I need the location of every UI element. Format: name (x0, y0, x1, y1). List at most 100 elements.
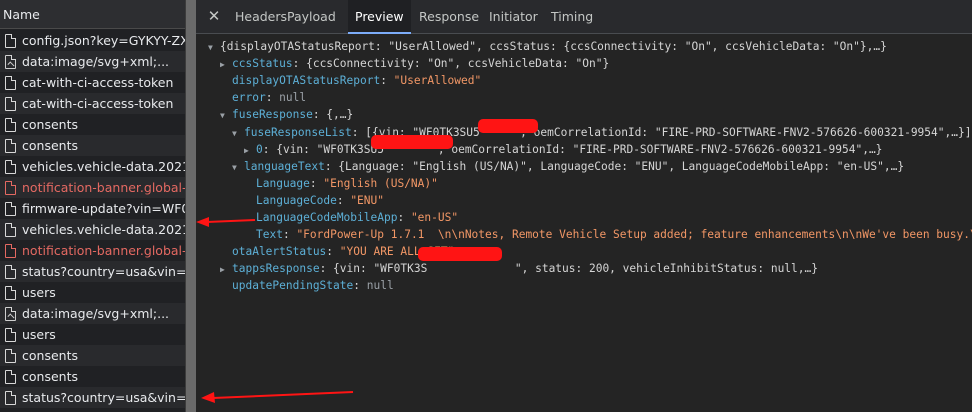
request-row[interactable]: status?country=usa&vin=WF0 (0, 387, 185, 408)
tab-headers[interactable]: Headers (234, 0, 288, 34)
request-name: data:image/svg+xml;... (22, 306, 170, 321)
name-column-header[interactable]: Name (0, 0, 185, 29)
request-name: firmware-update?vin=WF0TK (22, 201, 185, 216)
json-text: {displayOTAStatusReport: "UserAllowed", … (220, 40, 887, 53)
tab-initiator[interactable]: Initiator (488, 0, 539, 34)
document-icon (5, 327, 16, 342)
json-key: fuseResponseList (244, 125, 352, 139)
json-key: languageText (244, 159, 325, 173)
json-line[interactable]: ▶ ccsStatus: {ccsConnectivity: "On", ccsV… (220, 55, 609, 72)
request-row[interactable]: cat-with-ci-access-token (0, 72, 185, 93)
request-row[interactable]: status?country=usa&vin=WF0 (0, 261, 185, 282)
collapse-triangle-icon[interactable]: ▶ (220, 56, 232, 73)
json-line[interactable]: ▼ fuseResponse: {,…} (220, 106, 353, 123)
preview-pane: ▼ {displayOTAStatusReport: "UserAllowed",… (196, 35, 972, 412)
expand-triangle-icon[interactable]: ▼ (220, 107, 232, 124)
json-text: : (309, 176, 324, 190)
json-line[interactable]: ▼ {displayOTAStatusReport: "UserAllowed",… (208, 38, 887, 55)
json-text: : {,…} (312, 108, 354, 122)
json-text: : {vin: "WF0TK3S ", status: 200, vehicle… (319, 262, 818, 276)
request-row[interactable]: consents (0, 345, 185, 366)
expand-triangle-icon[interactable]: ▼ (232, 125, 244, 142)
request-name: cat-with-ci-access-token (22, 96, 174, 111)
request-row[interactable]: cat-with-ci-access-token (0, 93, 185, 114)
request-name: users (22, 327, 56, 342)
request-name: notification-banner.global-ow (22, 180, 186, 195)
redaction-mark (418, 247, 502, 261)
redaction-mark (478, 119, 538, 133)
json-text: : {ccsConnectivity: "On", ccsVehicleData… (292, 57, 610, 71)
json-line: displayOTAStatusReport: "UserAllowed" (220, 72, 481, 89)
request-name: data:image/svg+xml;... (22, 54, 170, 69)
expand-triangle-icon[interactable]: ▼ (232, 159, 244, 176)
request-name: consents (22, 138, 78, 153)
request-row[interactable]: consents (0, 135, 185, 156)
request-name: consents (22, 117, 78, 132)
json-text: : (326, 245, 340, 259)
json-string-value: "UserAllowed" (393, 74, 482, 88)
request-row[interactable]: vehicles.vehicle-data.2021.mu (0, 156, 185, 177)
json-line[interactable]: ▼ fuseResponseList: [{vin: "WF0TK3SU5 ", … (232, 124, 971, 141)
request-name: notification-banner.global-ow (22, 243, 186, 258)
json-text: : (265, 91, 280, 105)
json-string-value: "en-US" (410, 211, 459, 224)
json-key: Language (256, 176, 310, 190)
json-text: : (336, 193, 351, 207)
json-line: Text: "FordPower-Up 1.7.1 \n\nNotes, Rem… (244, 226, 972, 243)
collapse-triangle-icon[interactable]: ▶ (220, 261, 232, 278)
json-line: error: null (220, 89, 306, 106)
request-row[interactable]: data:image/svg+xml;... (0, 303, 185, 324)
request-name: consents (22, 348, 78, 363)
request-row[interactable]: consents (0, 366, 185, 387)
json-key: Text (256, 228, 283, 242)
request-row[interactable]: data:image/svg+xml;... (0, 51, 185, 72)
json-line[interactable]: ▶ 0: {vin: "WF0TK3SU5 ", oemCorrelationId… (244, 141, 882, 158)
request-row[interactable]: config.json?key=GYKYY-ZXCV (0, 30, 185, 51)
json-string-value: "ENU" (350, 193, 384, 207)
request-row[interactable]: users (0, 282, 185, 303)
document-icon (5, 33, 16, 48)
request-row[interactable]: consents (0, 114, 185, 135)
json-key: ccsStatus (232, 57, 293, 71)
json-key: LanguageCode (256, 193, 337, 207)
image-file-icon (5, 54, 16, 69)
request-name: config.json?key=GYKYY-ZXCV (22, 33, 185, 48)
json-line: LanguageCode: "ENU" (244, 192, 384, 209)
request-name: cat-with-ci-access-token (22, 75, 174, 90)
close-icon[interactable]: ✕ (206, 8, 222, 24)
request-row[interactable]: users (0, 324, 185, 345)
json-key: updatePendingState (232, 279, 354, 293)
collapse-triangle-icon[interactable]: ▶ (244, 142, 256, 159)
json-key: displayOTAStatusReport (232, 74, 381, 88)
request-row[interactable]: firmware-update?vin=WF0TK (0, 198, 185, 219)
tab-timing[interactable]: Timing (550, 0, 594, 34)
json-text: : {Language: "English (US/NA)", Language… (324, 159, 905, 173)
request-row[interactable]: vehicles.vehicle-data.2021.mu (0, 219, 185, 240)
tab-preview[interactable]: Preview (348, 0, 411, 34)
json-text: : (380, 74, 394, 88)
document-icon (5, 75, 16, 90)
image-file-icon (5, 306, 16, 321)
request-name: vehicles.vehicle-data.2021.mu (22, 159, 185, 174)
expand-triangle-icon[interactable]: ▼ (208, 39, 220, 56)
redaction-mark (371, 135, 453, 149)
document-icon (5, 264, 16, 279)
json-key: error (232, 91, 266, 105)
json-text: : (397, 211, 411, 224)
request-list-scrollbar[interactable] (186, 0, 196, 412)
json-key: otaAlertStatus (232, 245, 327, 259)
details-tab-bar: ✕ Headers Payload Preview Response Initiator… (196, 0, 972, 34)
request-name: vehicles.vehicle-data.2021.mu (22, 222, 185, 237)
tab-response[interactable]: Response (418, 0, 480, 34)
json-key: 0 (256, 142, 263, 156)
json-key: LanguageCodeMobileApp (256, 211, 398, 224)
json-line[interactable]: ▶ tappsResponse: {vin: "WF0TK3S ", status… (220, 260, 818, 277)
json-key: fuseResponse (232, 108, 313, 122)
json-text: : (353, 279, 367, 293)
request-row[interactable]: notification-banner.global-ow (0, 240, 186, 261)
document-icon (5, 348, 16, 363)
json-line[interactable]: ▼ languageText: {Language: "English (US/N… (232, 158, 904, 175)
document-icon (5, 96, 16, 111)
request-row[interactable]: notification-banner.global-ow (0, 177, 186, 198)
tab-payload[interactable]: Payload (286, 0, 337, 34)
